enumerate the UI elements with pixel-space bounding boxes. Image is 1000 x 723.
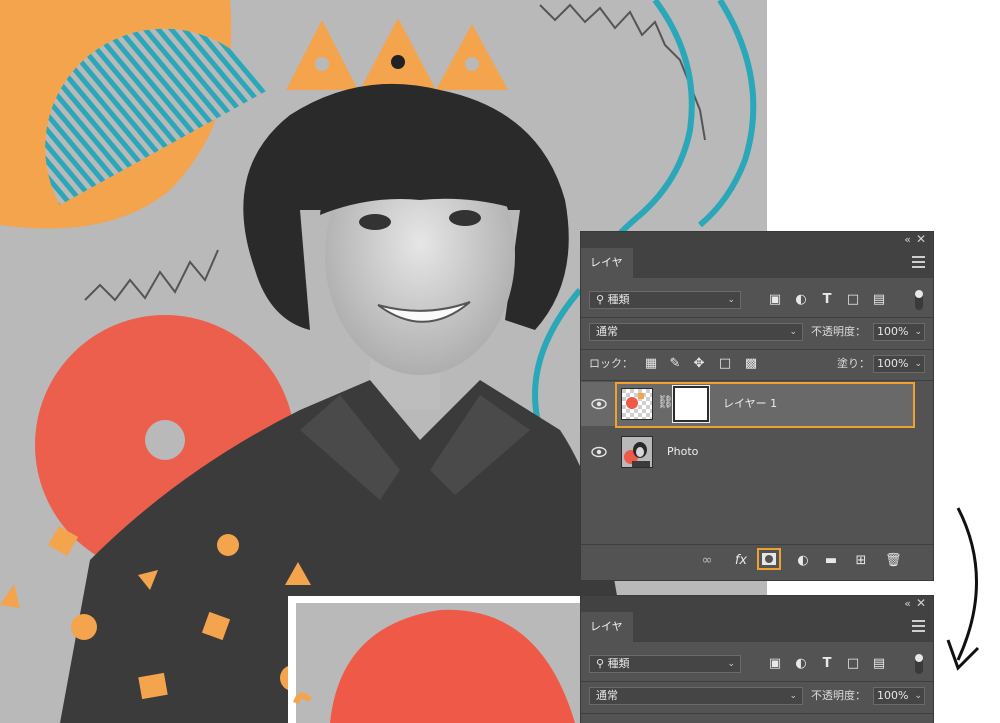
fill-field[interactable]: 100% ⌄ [873, 355, 925, 373]
panel-menu-icon[interactable] [912, 620, 925, 632]
arrow-head [946, 639, 980, 671]
link-icon[interactable]: ∞ [699, 553, 715, 569]
photo-layer-name[interactable]: Photo [667, 445, 698, 459]
layers-panel-bottom: « ✕ レイヤー ⚲ 種類 ⌄ ▣ ◐ T □ ▤ 通常 ⌄ 不透明度： 100… [580, 595, 934, 723]
panel-menu-icon[interactable] [912, 256, 925, 268]
chevron-down-icon: ⌄ [789, 691, 797, 701]
filter-smart-object-icon[interactable]: ▤ [871, 292, 887, 308]
opacity-field[interactable]: 100% ⌄ [873, 687, 925, 705]
filter-pixel-icon[interactable]: ▣ [767, 656, 783, 672]
filter-type-icon[interactable]: T [819, 292, 835, 308]
opacity-label: 不透明度： [811, 689, 866, 702]
folder-icon[interactable]: ▬ [823, 553, 839, 569]
red-circle-hole [145, 420, 185, 460]
opacity-label: 不透明度： [811, 325, 866, 338]
panel-title-strip: « ✕ [581, 232, 933, 248]
filter-kind-label: 種類 [607, 657, 630, 670]
panel-tab-bar: レイヤー [581, 248, 933, 299]
filter-kind-label: 種類 [607, 293, 630, 306]
chevron-down-icon: ⌄ [727, 295, 735, 305]
filter-toggle[interactable] [915, 654, 923, 674]
chevron-down-icon: ⌄ [914, 691, 922, 701]
selected-layer-highlight [615, 382, 915, 428]
add-mask-icon[interactable] [757, 548, 781, 570]
tab-layers[interactable]: レイヤー [581, 248, 633, 299]
panel-tab-bar: レイヤー [581, 612, 933, 663]
filter-adjustment-icon[interactable]: ◐ [793, 656, 809, 672]
layer-filter-dropdown[interactable]: ⚲ 種類 ⌄ [589, 655, 741, 673]
opacity-field[interactable]: 100% ⌄ [873, 323, 925, 341]
collapse-icon[interactable]: « [904, 233, 911, 246]
panel-title-strip: « ✕ [581, 596, 933, 612]
search-icon: ⚲ [596, 657, 605, 670]
eye-icon[interactable] [591, 396, 607, 412]
fill-value: 100% [877, 357, 909, 370]
chevron-down-icon: ⌄ [914, 327, 922, 337]
lock-move-icon[interactable]: ✥ [691, 356, 707, 372]
blend-mode-value: 通常 [596, 689, 618, 702]
layers-panel-footer: ∞ fx ◐ ▬ ⊞ 🗑 [581, 544, 933, 577]
fill-label: 塗り： [837, 357, 870, 370]
filter-shape-icon[interactable]: □ [845, 292, 861, 308]
chevron-down-icon: ⌄ [727, 659, 735, 669]
layer-filter-dropdown[interactable]: ⚲ 種類 ⌄ [589, 291, 741, 309]
trash-icon[interactable]: 🗑 [885, 553, 902, 569]
layer-list: ⛓ レイヤー 1 Photo [581, 382, 933, 544]
opacity-value: 100% [877, 689, 909, 702]
opacity-value: 100% [877, 325, 909, 338]
layers-panel-top: « ✕ レイヤー ⚲ 種類 ⌄ ▣ ◐ T □ ▤ 通常 ⌄ 不透明度： 100… [580, 231, 934, 581]
blend-mode-dropdown[interactable]: 通常 ⌄ [589, 323, 803, 341]
adjustment-icon[interactable]: ◐ [795, 553, 811, 569]
filter-type-icon[interactable]: T [819, 656, 835, 672]
fx-icon[interactable]: fx [731, 553, 751, 569]
lock-label: ロック： [589, 357, 633, 370]
chevron-down-icon: ⌄ [914, 359, 922, 369]
blend-mode-value: 通常 [596, 325, 618, 338]
filter-toggle[interactable] [915, 290, 923, 310]
lock-all-icon[interactable]: ▩ [743, 356, 759, 372]
collapse-icon[interactable]: « [904, 597, 911, 610]
lock-transparent-icon[interactable]: ▦ [643, 356, 659, 372]
filter-adjustment-icon[interactable]: ◐ [793, 292, 809, 308]
tab-layers[interactable]: レイヤー [581, 612, 633, 663]
blend-mode-dropdown[interactable]: 通常 ⌄ [589, 687, 803, 705]
close-icon[interactable]: ✕ [916, 596, 926, 610]
photo-thumbnail[interactable] [621, 436, 653, 468]
lock-artboard-icon[interactable]: □ [717, 356, 733, 372]
lock-paint-brush-icon[interactable]: ✎ [667, 356, 683, 372]
filter-pixel-icon[interactable]: ▣ [767, 292, 783, 308]
layer-row-photo[interactable]: Photo [581, 430, 915, 474]
new-layer-icon[interactable]: ⊞ [853, 553, 869, 569]
search-icon: ⚲ [596, 293, 605, 306]
filter-shape-icon[interactable]: □ [845, 656, 861, 672]
eye-icon[interactable] [591, 444, 607, 460]
curved-arrow [956, 507, 978, 661]
close-icon[interactable]: ✕ [916, 232, 926, 246]
filter-smart-object-icon[interactable]: ▤ [871, 656, 887, 672]
chevron-down-icon: ⌄ [789, 327, 797, 337]
